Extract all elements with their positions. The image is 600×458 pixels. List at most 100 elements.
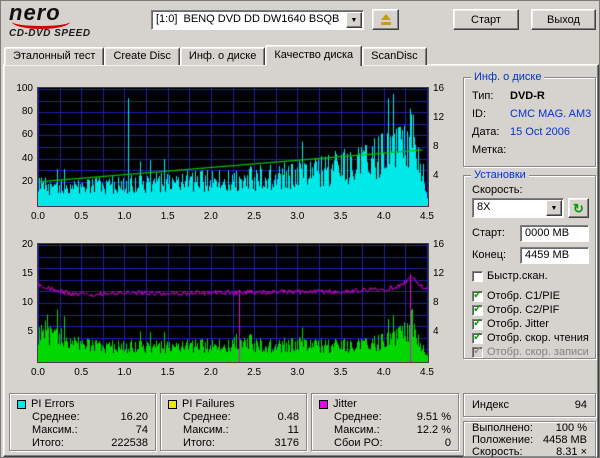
chevron-down-icon[interactable]: ▼ <box>346 12 362 28</box>
tick-label: 20 <box>21 239 33 250</box>
tab-scandisc[interactable]: ScanDisc <box>362 47 427 65</box>
exit-button[interactable]: Выход <box>531 9 596 30</box>
legend-label: Сбои PO: <box>334 437 383 449</box>
pi-errors-swatch <box>17 399 26 409</box>
legend-label: Среднее: <box>183 411 231 423</box>
legend-value: 3176 <box>274 437 299 449</box>
tick-label: 5 <box>27 326 33 337</box>
tick-label: 0.5 <box>74 211 89 222</box>
refresh-speeds-button[interactable]: ↻ <box>568 198 589 218</box>
tick-label: 4 <box>433 170 439 181</box>
tick-label: 4.5 <box>420 211 434 222</box>
start-position-label: Старт: <box>472 227 505 239</box>
legend-value: 0 <box>444 437 451 449</box>
legend-label: Среднее: <box>334 411 382 423</box>
speed-select[interactable]: 8X ▼ <box>472 198 564 218</box>
tick-label: 4 <box>433 326 439 337</box>
disc-date-label: Дата: <box>472 126 500 138</box>
tab-strip: Эталонный тест Create Disc Инф. о диске … <box>4 44 427 66</box>
speed-label: Скорость: <box>472 184 523 196</box>
display-read-speed-checkbox[interactable]: ✓ Отобр. скор. чтения <box>472 330 589 344</box>
disc-id-label: ID: <box>472 108 487 120</box>
tab-create-disc[interactable]: Create Disc <box>104 47 180 65</box>
end-position-label: Конец: <box>472 249 507 261</box>
fast-scan-label: Быстр.скан. <box>487 270 548 282</box>
pi-failures-legend: PI Failures Среднее: 0.48 Максим.: 11 Итог… <box>160 393 307 451</box>
legend-label: Максим.: <box>32 424 78 436</box>
legend-label: Среднее: <box>32 411 80 423</box>
start-button[interactable]: Старт <box>453 9 519 30</box>
eject-button[interactable] <box>372 9 399 30</box>
tick-label: 2.0 <box>203 367 218 378</box>
position-value: 4458 MB <box>542 434 587 446</box>
jitter-legend: Jitter Среднее: 9.51 % Максим.: 12.2 % Сбо… <box>311 393 459 451</box>
disc-id-value: CMC MAG. AM3 <box>510 108 592 120</box>
display-write-speed-checkbox: ✓ Отобр. скор. записи <box>472 344 589 358</box>
disc-type-label: Тип: <box>472 90 494 102</box>
legend-value: 9.51 % <box>416 411 451 423</box>
disc-type-value: DVD-R <box>510 90 545 102</box>
checkbox-box: ✓ <box>472 316 483 330</box>
quality-index-panel: Индекс 94 <box>463 393 596 417</box>
settings-caption: Установки <box>471 169 529 182</box>
tick-label: 3.0 <box>290 367 305 378</box>
legend-label: Итого: <box>183 437 215 449</box>
checkbox-box: ✓ <box>472 288 483 302</box>
tick-label: 8 <box>433 297 439 308</box>
display-c2-pif-checkbox[interactable]: ✓ Отобр. C2/PIF <box>472 302 559 316</box>
disc-info-group: Инф. о диске Тип: DVD-R ID: CMC MAG. AM3 Д… <box>463 71 596 167</box>
tick-label: 1.0 <box>117 367 132 378</box>
tick-label: 2.5 <box>247 367 262 378</box>
tick-label: 3.0 <box>290 211 305 222</box>
tick-label: 8 <box>433 141 439 152</box>
tick-label: 100 <box>16 83 33 94</box>
legend-value: 222538 <box>111 437 148 449</box>
tick-label: 3.5 <box>333 367 348 378</box>
end-position-field[interactable]: 4459 MB <box>520 247 589 264</box>
drive-select[interactable]: [1:0] BENQ DVD DD DW1640 BSQB ▼ <box>151 10 364 30</box>
disc-info-caption: Инф. о диске <box>471 71 545 84</box>
pi-failures-jitter-chart: 5 10 15 20 4 8 12 16 0.0 0.5 1.0 1.5 2.0 2.5 3.0 3.5 4.0… <box>9 231 459 385</box>
cd-dvd-speed-logo-text: CD-DVD SPEED <box>9 28 91 39</box>
display-jitter-checkbox[interactable]: ✓ Отобр. Jitter <box>472 316 549 330</box>
legend-title: PI Errors <box>31 398 75 410</box>
tick-label: 20 <box>21 175 33 187</box>
display-c1-pie-checkbox[interactable]: ✓ Отобр. C1/PIE <box>472 288 560 302</box>
legend-label: Итого: <box>32 437 64 449</box>
tab-disc-quality[interactable]: Качество диска <box>265 45 363 66</box>
nero-cd-dvd-speed-window: nero CD-DVD SPEED [1:0] BENQ DVD DD DW16… <box>0 0 600 458</box>
legend-value: 11 <box>287 424 299 436</box>
tab-disc-info[interactable]: Инф. о диске <box>179 47 266 65</box>
checkbox-box: ✓ <box>472 344 483 358</box>
drive-select-value: [1:0] BENQ DVD DD DW1640 BSQB <box>156 13 340 25</box>
checkbox-box <box>472 270 483 282</box>
speed-select-value: 8X <box>477 201 491 213</box>
tick-label: 16 <box>433 83 445 94</box>
legend-value: 74 <box>135 424 148 436</box>
eject-icon <box>380 14 392 25</box>
tick-label: 3.5 <box>333 211 348 222</box>
tick-label: 1.0 <box>117 211 132 222</box>
pi-failures-swatch <box>168 399 177 409</box>
legend-label: Максим.: <box>334 424 380 436</box>
position-label: Положение: <box>472 434 534 446</box>
tick-label: 1.5 <box>160 211 175 222</box>
checkbox-box: ✓ <box>472 302 483 316</box>
start-position-field[interactable]: 0000 MB <box>520 225 589 242</box>
done-value: 100 % <box>555 422 587 434</box>
fast-scan-checkbox[interactable]: Быстр.скан. <box>472 270 548 282</box>
tab-benchmark[interactable]: Эталонный тест <box>4 47 105 65</box>
checkbox-box: ✓ <box>472 330 483 344</box>
disc-date-value: 15 Oct 2006 <box>510 126 570 138</box>
disc-label-label: Метка: <box>472 144 507 156</box>
pi-errors-chart: 20 40 60 80 100 4 8 12 16 0.0 0.5 1.0 1.5 2.0 2.5 3.0 3.… <box>9 75 459 227</box>
tick-label: 0.0 <box>31 367 45 378</box>
quality-index-label: Индекс <box>472 399 509 411</box>
refresh-icon: ↻ <box>573 200 584 216</box>
jitter-swatch <box>319 399 328 409</box>
pi-errors-plot <box>37 87 429 207</box>
legend-title: PI Failures <box>182 398 235 410</box>
current-speed-value: 8.31 × <box>556 446 587 458</box>
quality-index-value: 94 <box>574 399 587 411</box>
chevron-down-icon[interactable]: ▼ <box>546 200 562 216</box>
